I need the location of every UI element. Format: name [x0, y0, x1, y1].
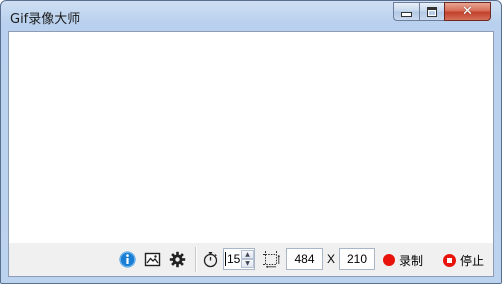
bottom-toolbar: 15 ▲ ▼ 484 X 210 录制 停止	[9, 243, 493, 276]
stop-label: 停止	[460, 253, 485, 268]
minimize-button[interactable]	[393, 2, 420, 21]
frame-rate-input[interactable]: 15	[225, 252, 242, 266]
image-icon[interactable]	[144, 251, 161, 268]
record-button[interactable]: 录制	[383, 250, 423, 270]
dimension-separator-label: X	[327, 252, 336, 266]
title-bar[interactable]: Gif录像大师 ✕	[1, 1, 501, 31]
record-label: 录制	[399, 253, 424, 268]
toolbar-separator	[195, 247, 197, 272]
stopwatch-icon	[203, 252, 218, 268]
record-icon	[383, 254, 395, 266]
stop-button[interactable]: 停止	[443, 250, 484, 270]
app-window: Gif录像大师 ✕ 15 ▲ ▼ 484 X 210 录制 停止	[0, 0, 502, 284]
gear-icon[interactable]	[169, 251, 186, 268]
minimize-icon	[401, 12, 412, 17]
stepper-down-button[interactable]: ▼	[241, 259, 254, 268]
width-input[interactable]: 484	[286, 248, 323, 270]
stop-icon	[443, 253, 456, 267]
maximize-button[interactable]	[419, 2, 445, 21]
height-input[interactable]: 210	[339, 248, 375, 270]
maximize-icon	[427, 6, 437, 17]
window-title: Gif录像大师	[10, 12, 81, 27]
info-icon[interactable]	[119, 251, 136, 268]
stepper-up-button[interactable]: ▲	[241, 250, 254, 259]
recording-area[interactable]: 15 ▲ ▼ 484 X 210 录制 停止	[8, 31, 494, 277]
region-select-icon[interactable]	[262, 250, 280, 268]
close-icon: ✕	[462, 4, 473, 19]
close-button[interactable]: ✕	[444, 2, 491, 21]
frame-rate-stepper[interactable]: 15 ▲ ▼	[223, 248, 255, 270]
